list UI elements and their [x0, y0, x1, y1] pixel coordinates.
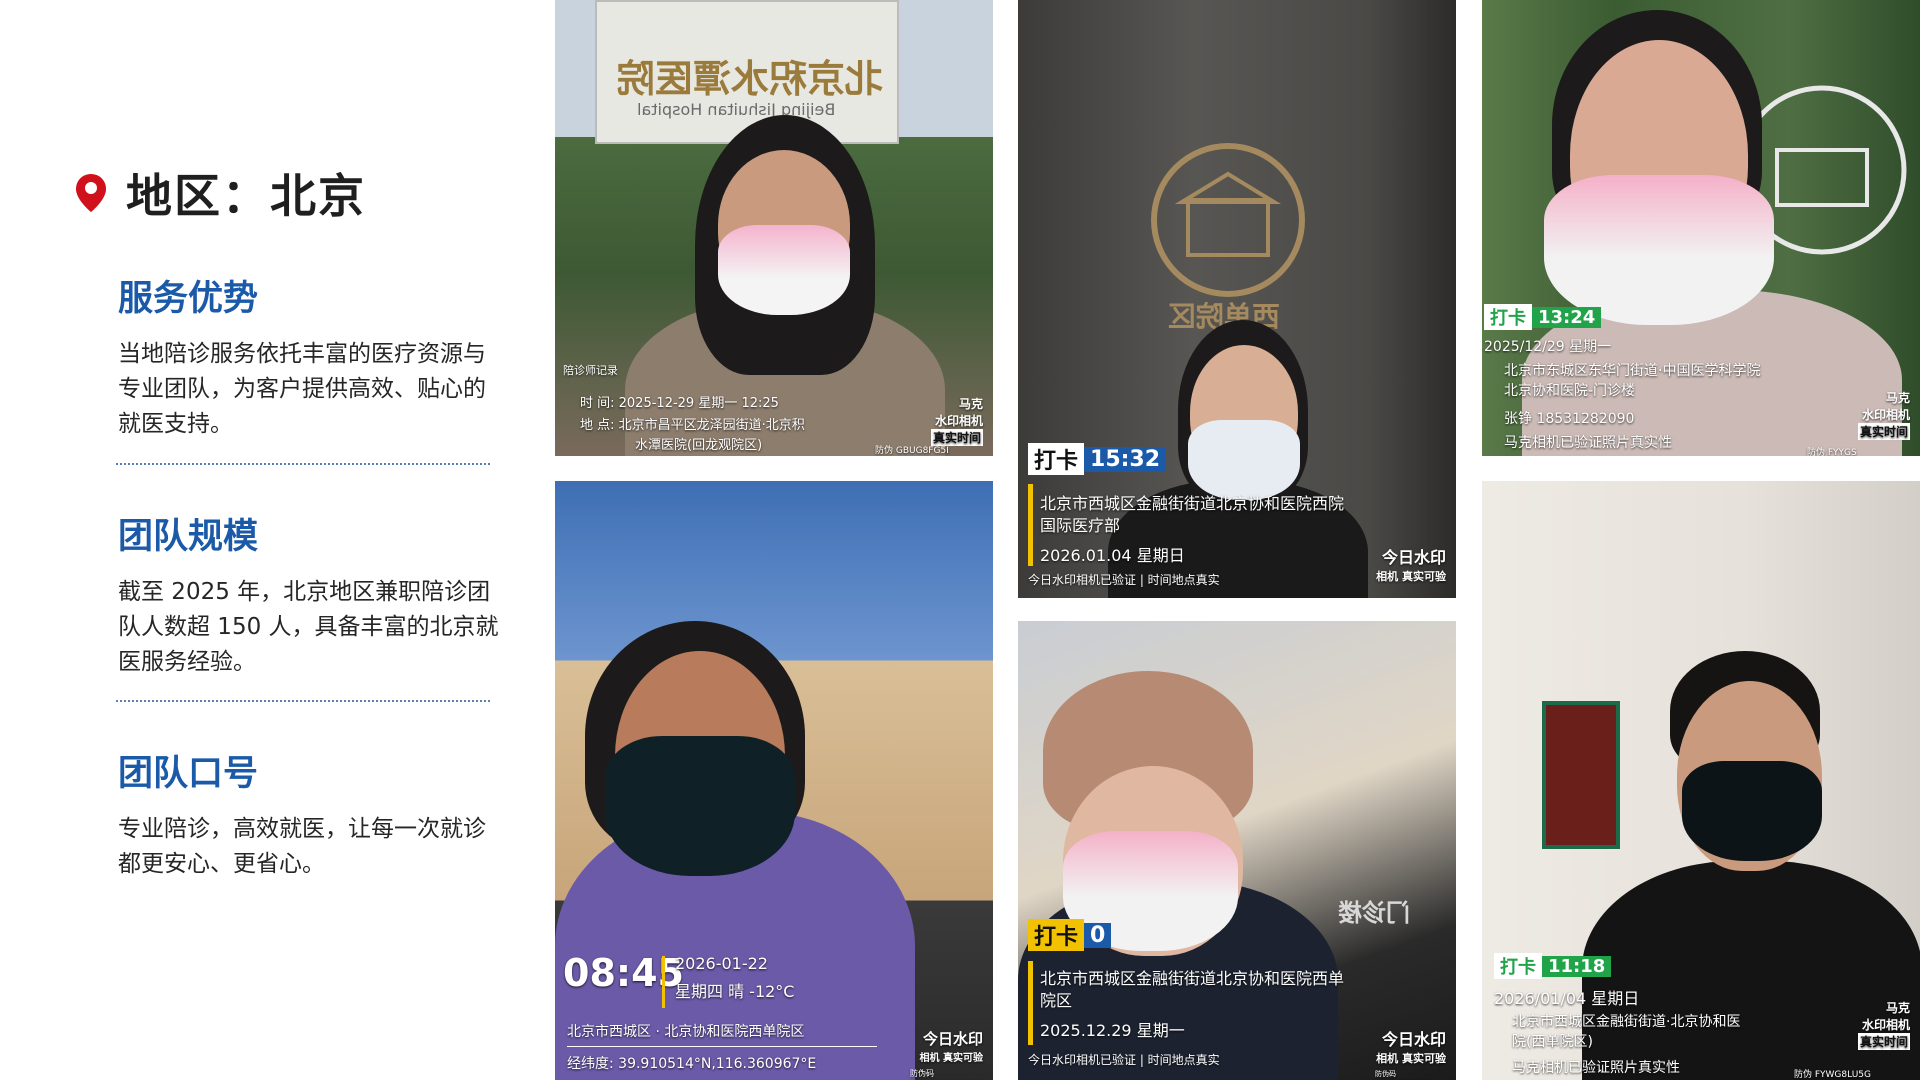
location-pin-icon: [76, 174, 106, 212]
section-heading: 团队口号: [118, 754, 259, 794]
photo-xidan-outdoor: 08:45 2026-01-22 星期四 晴 -12°C 北京市西城区 · 北京…: [555, 481, 993, 1080]
section-heading: 团队规模: [118, 517, 259, 557]
photo-pumch-outpatient: 打卡 13:24 2025/12/29 星期一 北京市东城区东华门街道·中国医学…: [1482, 0, 1920, 456]
photo-xidan-indoor: 打卡 11:18 2026/01/04 星期日 北京市西城区金融街街道·北京协和…: [1482, 481, 1920, 1080]
section-body: 截至 2025 年，北京地区兼职陪诊团 队人数超 150 人，具备丰富的北京就 …: [118, 579, 499, 675]
section-divider: [116, 463, 490, 465]
region-header: 地区：北京: [74, 160, 366, 226]
section-team-slogan: 团队口号 专业陪诊，高效就医，让每一次就诊 都更安心、更省心。: [118, 745, 518, 882]
photo-xidan-entrance: 西单院区 打卡 15:32 北京市西城区金融街街道北京协和医院西院 国际医疗部 …: [1018, 0, 1456, 598]
section-heading: 服务优势: [118, 279, 259, 319]
photo-xidan-outpatient: 门诊楼 打卡 0 北京市西城区金融街街道北京协和医院西单 院区 2025.12.…: [1018, 621, 1456, 1080]
section-divider: [116, 700, 490, 702]
section-team-size: 团队规模 截至 2025 年，北京地区兼职陪诊团 队人数超 150 人，具备丰富…: [118, 508, 518, 680]
section-body: 专业陪诊，高效就医，让每一次就诊 都更安心、更省心。: [118, 816, 486, 877]
region-title: 地区：北京: [126, 169, 366, 223]
section-body: 当地陪诊服务依托丰富的医疗资源与 专业团队，为客户提供高效、贴心的 就医支持。: [118, 341, 486, 437]
photo-jishuitan-hospital: 北京积水潭医院 Beijing Jishuitan Hospital 陪诊师记录…: [555, 0, 993, 456]
hospital-emblem-icon: [1151, 143, 1305, 297]
hospital-sign: 北京积水潭医院 Beijing Jishuitan Hospital: [595, 0, 899, 144]
section-service-advantage: 服务优势 当地陪诊服务依托丰富的医疗资源与 专业团队，为客户提供高效、贴心的 就…: [118, 270, 518, 442]
display-screen: [1542, 701, 1620, 849]
